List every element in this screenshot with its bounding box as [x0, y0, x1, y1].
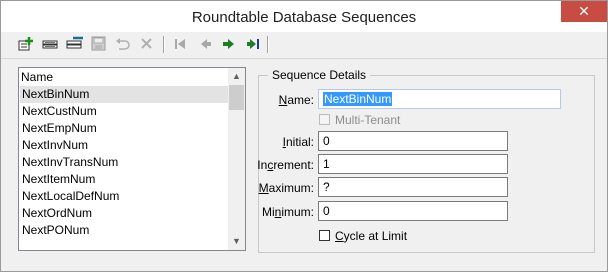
sequence-list[interactable]: Name NextBinNum NextCustNum NextEmpNum N…: [18, 67, 246, 251]
list-item[interactable]: NextEmpNum: [20, 120, 230, 137]
modify-icon: [66, 36, 83, 49]
last-icon: [247, 39, 259, 49]
minimum-label: Minimum:: [261, 205, 314, 219]
delete-button[interactable]: [137, 35, 157, 53]
multi-tenant-label: Multi-Tenant: [335, 113, 401, 127]
name-field[interactable]: NextBinNum: [318, 89, 561, 109]
maximum-field[interactable]: ?: [318, 177, 508, 197]
multi-tenant-checkbox[interactable]: [319, 114, 330, 125]
increment-label: Increment:: [257, 158, 314, 172]
cycle-at-limit-label: Cycle at Limit: [335, 229, 408, 243]
modify-button[interactable]: [65, 35, 85, 53]
save-icon: [91, 36, 106, 51]
undo-icon: [116, 38, 130, 50]
save-button[interactable]: [89, 35, 109, 53]
toolbar: [1, 32, 607, 59]
list-item[interactable]: NextInvTransNum: [20, 154, 230, 171]
new-icon: [18, 37, 33, 51]
next-button[interactable]: [219, 35, 239, 53]
close-button[interactable]: ✕: [561, 1, 607, 22]
list-item[interactable]: NextInvNum: [20, 137, 230, 154]
last-button[interactable]: [243, 35, 263, 53]
list-item[interactable]: NextLocalDefNum: [20, 188, 230, 205]
title-bar: Roundtable Database Sequences ✕: [1, 1, 607, 32]
cycle-at-limit-checkbox[interactable]: [319, 230, 330, 241]
previous-icon: [201, 39, 211, 49]
toolbar-separator: [163, 36, 165, 53]
undo-button[interactable]: [113, 35, 133, 53]
list-item[interactable]: NextItemNum: [20, 171, 230, 188]
scroll-up-icon[interactable]: ▲: [228, 68, 245, 85]
close-icon: ✕: [578, 3, 590, 19]
initial-field[interactable]: 0: [318, 131, 508, 151]
copy-icon: [42, 40, 58, 49]
increment-field[interactable]: 1: [318, 154, 508, 174]
maximum-label: Maximum:: [258, 181, 314, 195]
list-header-name: Name: [21, 70, 54, 84]
minimum-field[interactable]: 0: [318, 201, 508, 221]
toolbar-separator: [267, 36, 269, 53]
previous-button[interactable]: [195, 35, 215, 53]
list-item[interactable]: NextPONum: [20, 222, 230, 239]
new-button[interactable]: [17, 35, 37, 53]
copy-button[interactable]: [41, 35, 61, 53]
scroll-down-icon[interactable]: ▼: [228, 233, 245, 250]
window-title: Roundtable Database Sequences: [191, 9, 417, 26]
list-item[interactable]: NextCustNum: [20, 103, 230, 120]
group-label: Sequence Details: [268, 68, 371, 82]
initial-label: Initial:: [282, 135, 314, 149]
name-label: Name:: [278, 93, 314, 107]
sequences-window: Roundtable Database Sequences ✕ Name Nex…: [0, 0, 608, 272]
first-icon: [175, 39, 185, 49]
first-button[interactable]: [171, 35, 191, 53]
delete-icon: [141, 38, 152, 49]
list-item[interactable]: NextBinNum: [20, 86, 230, 103]
next-icon: [223, 39, 234, 49]
list-item[interactable]: NextOrdNum: [20, 205, 230, 222]
